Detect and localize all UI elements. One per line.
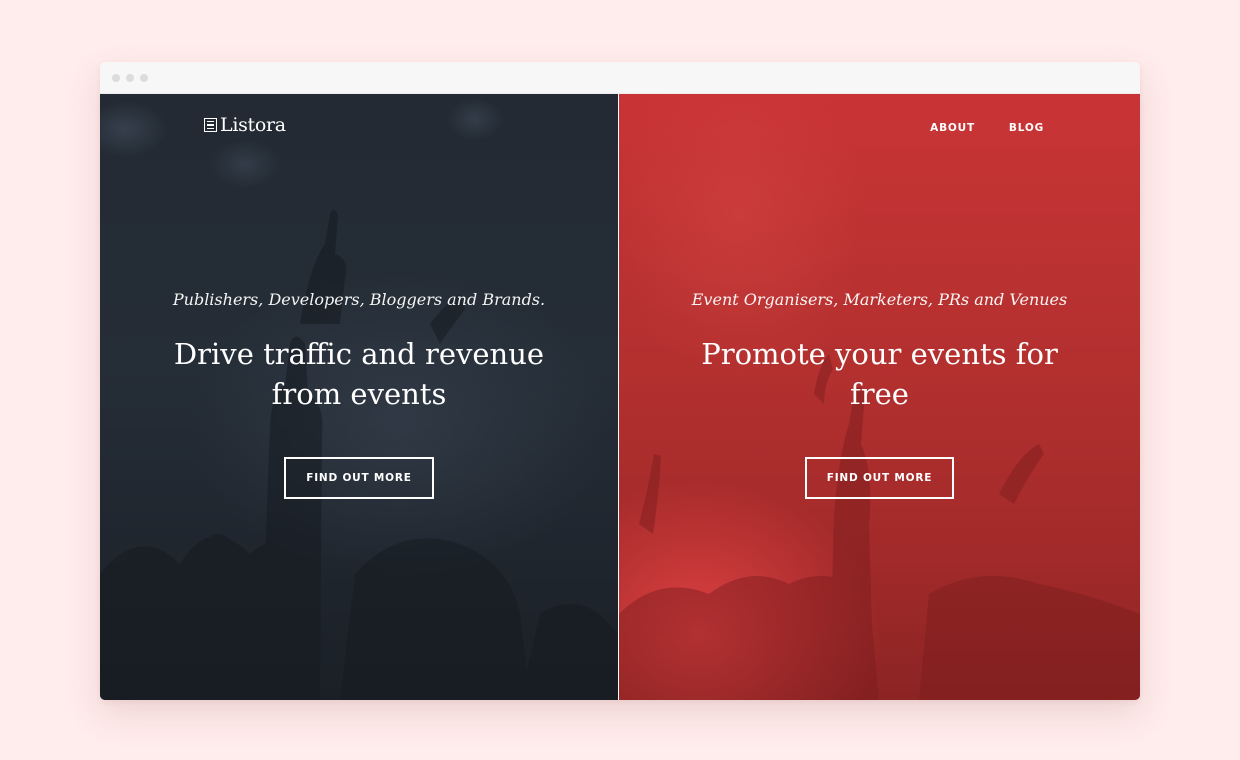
publishers-headline: Drive traffic and revenue from events xyxy=(173,337,545,411)
publishers-content: Publishers, Developers, Bloggers and Bra… xyxy=(100,290,618,499)
brand-logo[interactable]: Listora xyxy=(204,114,286,136)
listora-logo-icon xyxy=(204,118,217,132)
organisers-headline: Promote your events for free xyxy=(701,337,1058,411)
nav-blog-link[interactable]: BLOG xyxy=(1009,122,1044,134)
window-dot xyxy=(140,74,148,82)
brand-name: Listora xyxy=(220,114,286,136)
top-nav: ABOUT BLOG xyxy=(930,122,1044,134)
publishers-panel: Listora Publishers, Developers, Bloggers… xyxy=(100,94,618,700)
browser-titlebar xyxy=(100,62,1140,94)
publishers-kicker: Publishers, Developers, Bloggers and Bra… xyxy=(172,290,546,309)
organisers-kicker: Event Organisers, Marketers, PRs and Ven… xyxy=(691,290,1068,309)
browser-window: Listora Publishers, Developers, Bloggers… xyxy=(100,62,1140,700)
organisers-find-out-more-button[interactable]: FIND OUT MORE xyxy=(804,457,955,499)
window-dot xyxy=(112,74,120,82)
organisers-panel: ABOUT BLOG Event Organisers, Marketers, … xyxy=(619,94,1140,700)
organisers-content: Event Organisers, Marketers, PRs and Ven… xyxy=(619,290,1140,499)
hero-section: Listora Publishers, Developers, Bloggers… xyxy=(100,94,1140,700)
window-dot xyxy=(126,74,134,82)
nav-about-link[interactable]: ABOUT xyxy=(930,122,975,134)
publishers-find-out-more-button[interactable]: FIND OUT MORE xyxy=(284,457,434,499)
